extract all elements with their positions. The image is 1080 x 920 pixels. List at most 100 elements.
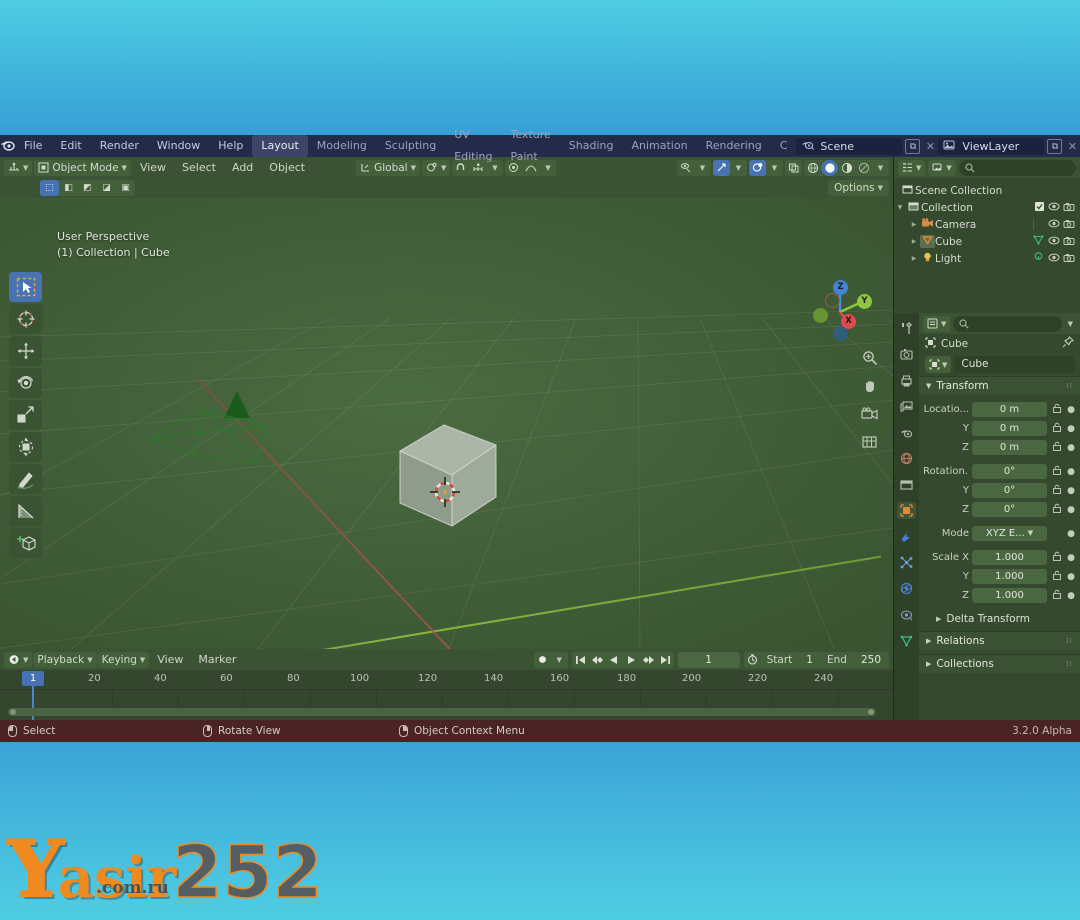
animate-property-icon[interactable]: ● — [1066, 424, 1076, 434]
workspace-tab-shading[interactable]: Shading — [560, 135, 623, 157]
chevron-down-icon[interactable]: ▼ — [730, 160, 747, 176]
workspace-tab-uv-editing[interactable]: UV Editing — [445, 124, 501, 168]
object-datablock-selector[interactable]: ▼ — [925, 356, 952, 373]
properties-tab-render[interactable] — [897, 346, 916, 363]
timeline-ruler[interactable]: 1 20 40 60 80 100 120 140 160 180 200 22… — [0, 670, 893, 690]
workspace-tab-compositing[interactable]: C — [771, 135, 797, 157]
chevron-down-icon[interactable]: ▼ — [766, 160, 783, 176]
prev-keyframe-icon[interactable] — [589, 652, 606, 668]
outliner[interactable]: Scene Collection ▼ Collection ▶ Camera ▶… — [894, 178, 1080, 313]
cursor-tool[interactable] — [9, 304, 42, 334]
object-visibility-icon[interactable] — [677, 160, 694, 176]
select-set-icon[interactable]: ⬚ — [40, 180, 59, 196]
animate-property-icon[interactable]: ● — [1066, 553, 1076, 563]
properties-tab-tool[interactable] — [897, 320, 916, 337]
visibility-eye-icon[interactable] — [1046, 202, 1061, 214]
pin-icon[interactable] — [1062, 336, 1074, 351]
properties-options-chevron-icon[interactable]: ▼ — [1065, 320, 1076, 328]
workspace-tab-layout[interactable]: Layout — [252, 135, 308, 157]
animate-property-icon[interactable]: ● — [1066, 405, 1076, 415]
workspace-tab-rendering[interactable]: Rendering — [697, 135, 771, 157]
3d-viewport[interactable]: User Perspective (1) Collection | Cube Z… — [0, 198, 893, 649]
menu-file[interactable]: File — [15, 135, 51, 157]
new-scene-button[interactable]: ⧉ — [905, 138, 921, 154]
show-gizmo-icon[interactable] — [713, 159, 730, 176]
chevron-down-icon[interactable]: ▼ — [551, 652, 568, 668]
outliner-display-icon[interactable]: ▼ — [898, 159, 926, 176]
gizmo-axis-neg-z[interactable] — [833, 326, 848, 341]
location-z-field[interactable]: 0 m — [972, 440, 1047, 455]
disclosure-triangle-icon[interactable]: ▶ — [908, 255, 920, 262]
properties-tab-collection[interactable] — [897, 476, 916, 493]
tweak-select-tool[interactable] — [9, 272, 42, 302]
rotation-z-field[interactable]: 0° — [972, 502, 1047, 517]
lock-icon[interactable] — [1050, 484, 1063, 497]
collections-panel-header[interactable]: ▶ Collections ⁞⁞ — [919, 654, 1080, 673]
mode-selector[interactable]: Object Mode ▼ — [34, 159, 131, 176]
delta-transform-subpanel[interactable]: ▶ Delta Transform — [919, 610, 1080, 628]
camera-object[interactable] — [145, 383, 280, 473]
light-data-icon[interactable] — [1033, 252, 1046, 265]
properties-editor-type-icon[interactable]: ▼ — [923, 315, 951, 332]
lock-icon[interactable] — [1050, 570, 1063, 583]
menu-help[interactable]: Help — [209, 135, 252, 157]
pan-hand-icon[interactable] — [860, 376, 879, 395]
render-camera-icon[interactable] — [1061, 253, 1076, 265]
animate-property-icon[interactable]: ● — [1066, 529, 1076, 539]
jump-start-icon[interactable] — [572, 652, 589, 668]
current-frame-field[interactable]: 1 — [677, 651, 740, 668]
camera-view-icon[interactable] — [860, 404, 879, 423]
workspace-tab-modeling[interactable]: Modeling — [308, 135, 376, 157]
visibility-eye-icon[interactable] — [1046, 219, 1061, 231]
timeline-menu-playback[interactable]: Playback ▼ — [33, 651, 97, 668]
shading-solid-icon[interactable] — [821, 159, 838, 176]
zoom-icon[interactable] — [860, 348, 879, 367]
properties-tab-constraints[interactable] — [897, 606, 916, 623]
scale-y-field[interactable]: 1.000 — [972, 569, 1047, 584]
scale-tool[interactable] — [9, 400, 42, 430]
select-invert-icon[interactable]: ◪ — [97, 180, 116, 196]
outliner-row-light[interactable]: ▶ Light — [894, 250, 1080, 267]
rotation-mode-dropdown[interactable]: XYZ E... ▼ — [972, 526, 1047, 541]
rotation-x-field[interactable]: 0° — [972, 464, 1047, 479]
toggle-ortho-icon[interactable] — [860, 432, 879, 451]
record-icon[interactable] — [534, 652, 551, 668]
auto-key-icon[interactable] — [744, 652, 761, 668]
select-subtract-icon[interactable]: ◩ — [78, 180, 97, 196]
timeline-menu-keying[interactable]: Keying ▼ — [97, 651, 150, 668]
play-reverse-icon[interactable] — [606, 652, 623, 668]
toggle-xray-icon[interactable] — [785, 160, 802, 176]
options-button[interactable]: Options ▼ — [828, 180, 889, 196]
start-value[interactable]: 1 — [798, 654, 821, 666]
scene-selector[interactable]: Scene — [796, 137, 903, 155]
viewport-menu-select[interactable]: Select — [175, 157, 223, 178]
mesh-data-icon[interactable] — [1033, 235, 1046, 248]
properties-tab-data[interactable] — [897, 632, 916, 649]
outliner-search-input[interactable] — [958, 159, 1076, 176]
transform-tool[interactable] — [9, 432, 42, 462]
properties-tab-physics[interactable] — [897, 580, 916, 597]
animate-property-icon[interactable]: ● — [1066, 572, 1076, 582]
animate-property-icon[interactable]: ● — [1066, 486, 1076, 496]
menu-render[interactable]: Render — [91, 135, 148, 157]
timeline-menu-marker[interactable]: Marker — [191, 649, 243, 670]
properties-tab-particles[interactable] — [897, 554, 916, 571]
properties-tab-scene[interactable] — [897, 424, 916, 441]
visibility-eye-icon[interactable] — [1046, 253, 1061, 265]
timeline-menu-view[interactable]: View — [150, 649, 190, 670]
viewport-menu-add[interactable]: Add — [225, 157, 260, 178]
transform-orientation-selector[interactable]: Global ▼ — [356, 159, 420, 176]
lock-icon[interactable] — [1050, 422, 1063, 435]
outliner-row-camera[interactable]: ▶ Camera — [894, 216, 1080, 233]
animate-property-icon[interactable]: ● — [1066, 443, 1076, 453]
shading-rendered-icon[interactable] — [855, 160, 872, 176]
location-x-field[interactable]: 0 m — [972, 402, 1047, 417]
filter-icon[interactable]: ▼ — [928, 159, 956, 176]
end-value[interactable]: 250 — [853, 654, 889, 666]
viewport-menu-object[interactable]: Object — [262, 157, 312, 178]
timeline-horizontal-scrollbar[interactable] — [8, 708, 876, 716]
outliner-row-scene-collection[interactable]: Scene Collection — [894, 182, 1080, 199]
render-camera-icon[interactable] — [1061, 202, 1076, 214]
workspace-tab-texture-paint[interactable]: Texture Paint — [502, 124, 560, 168]
chevron-down-icon[interactable]: ▼ — [872, 160, 889, 176]
